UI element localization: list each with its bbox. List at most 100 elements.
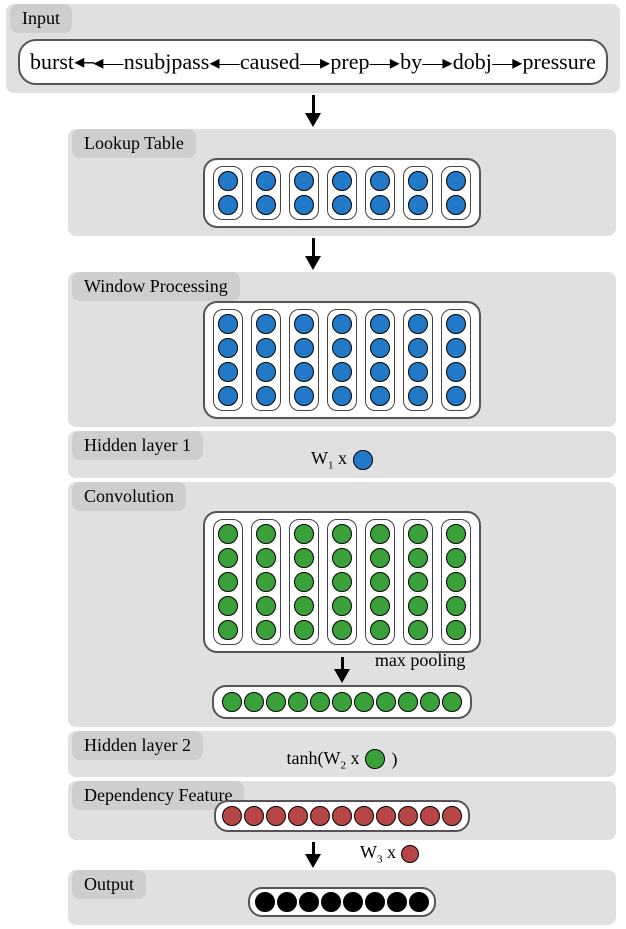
w1-text: W1 x [311,448,347,472]
blue-dot-icon [294,386,314,406]
blue-dot-icon [332,314,352,334]
green-dot-icon [256,524,276,544]
black-dot-icon [299,892,319,912]
blue-dot-icon [408,195,428,215]
green-dot-icon [408,548,428,568]
green-dot-icon [398,692,418,712]
hidden1-formula: W1 x [76,446,608,474]
blue-dot-icon [408,314,428,334]
blue-dot-icon [408,386,428,406]
green-dot-icon [446,548,466,568]
section-output: Output [68,870,616,925]
green-dot-icon [218,620,238,640]
blue-dot-icon [294,338,314,358]
green-dot-icon [294,524,314,544]
arrow-input-to-lookup [0,95,626,127]
green-dot-icon [256,596,276,616]
dep-prep: prep [330,49,369,75]
dep-feature-vector [214,800,470,832]
red-dot-icon [376,806,396,826]
green-dot-icon [332,692,352,712]
black-dot-icon [409,892,429,912]
green-dot-icon [408,596,428,616]
black-dot-icon [277,892,297,912]
green-dot-icon [365,749,385,769]
tanh-w2-text: tanh(W2 x [287,748,360,772]
blue-dot-icon [294,314,314,334]
green-dot-icon [256,620,276,640]
embedding-column [251,166,281,220]
section-hidden1: Hidden layer 1 W1 x [68,431,616,478]
dep-dobj-right2: —▸ [492,50,522,75]
black-dot-icon [387,892,407,912]
green-dot-icon [370,620,390,640]
blue-dot-icon [446,171,466,191]
embedding-column [289,309,319,411]
embedding-column [327,309,357,411]
section-hidden2: Hidden layer 2 tanh(W2 x ) [68,731,616,778]
green-dot-icon [332,524,352,544]
green-dot-icon [332,596,352,616]
green-dot-icon [222,692,242,712]
section-convolution: Convolution max pooling [68,482,616,727]
blue-dot-icon [332,338,352,358]
label-conv: Convolution [72,482,186,511]
embedding-column [289,166,319,220]
blue-dot-icon [256,362,276,382]
green-dot-icon [218,548,238,568]
green-dot-icon [218,524,238,544]
green-dot-icon [294,572,314,592]
blue-dot-icon [256,314,276,334]
embedding-column [403,519,433,645]
embedding-column [251,309,281,411]
blue-dot-icon [218,362,238,382]
red-dot-icon [244,806,264,826]
dep-prep-right2: —▸ [370,50,400,75]
pooled-vector [212,685,472,719]
blue-dot-icon [256,171,276,191]
blue-dot-icon [446,195,466,215]
green-dot-icon [244,692,264,712]
green-dot-icon [310,692,330,712]
arrow-dep-to-out: W3 x [0,842,626,868]
red-dot-icon [354,806,374,826]
embedding-column [327,166,357,220]
green-dot-icon [446,620,466,640]
blue-dot-icon [353,450,373,470]
embedding-column [441,309,471,411]
dep-nsubjpass: nsubjpass [124,49,210,75]
blue-dot-icon [256,195,276,215]
blue-dot-icon [256,338,276,358]
section-depfeat: Dependency Feature [68,781,616,840]
section-lookup: Lookup Table [68,129,616,236]
green-dot-icon [420,692,440,712]
green-dot-icon [442,692,462,712]
embedding-column [213,309,243,411]
blue-dot-icon [256,386,276,406]
embedding-column [365,309,395,411]
embedding-column [213,519,243,645]
dep-dobj: dobj [453,49,492,75]
embedding-column [403,309,433,411]
green-dot-icon [294,620,314,640]
embedding-column [251,519,281,645]
black-dot-icon [343,892,363,912]
token-by: by [400,49,422,75]
red-dot-icon [420,806,440,826]
red-dot-icon [398,806,418,826]
embedding-column [441,166,471,220]
green-dot-icon [256,548,276,568]
green-dot-icon [218,596,238,616]
green-dot-icon [370,572,390,592]
green-dot-icon [354,692,374,712]
token-pressure: pressure [523,49,596,75]
green-dot-icon [288,692,308,712]
green-dot-icon [256,572,276,592]
green-dot-icon [446,572,466,592]
green-dot-icon [370,524,390,544]
green-dot-icon [294,596,314,616]
arrow-conv-to-pool [76,657,608,683]
blue-dot-icon [370,338,390,358]
blue-dot-icon [408,338,428,358]
blue-dot-icon [218,195,238,215]
